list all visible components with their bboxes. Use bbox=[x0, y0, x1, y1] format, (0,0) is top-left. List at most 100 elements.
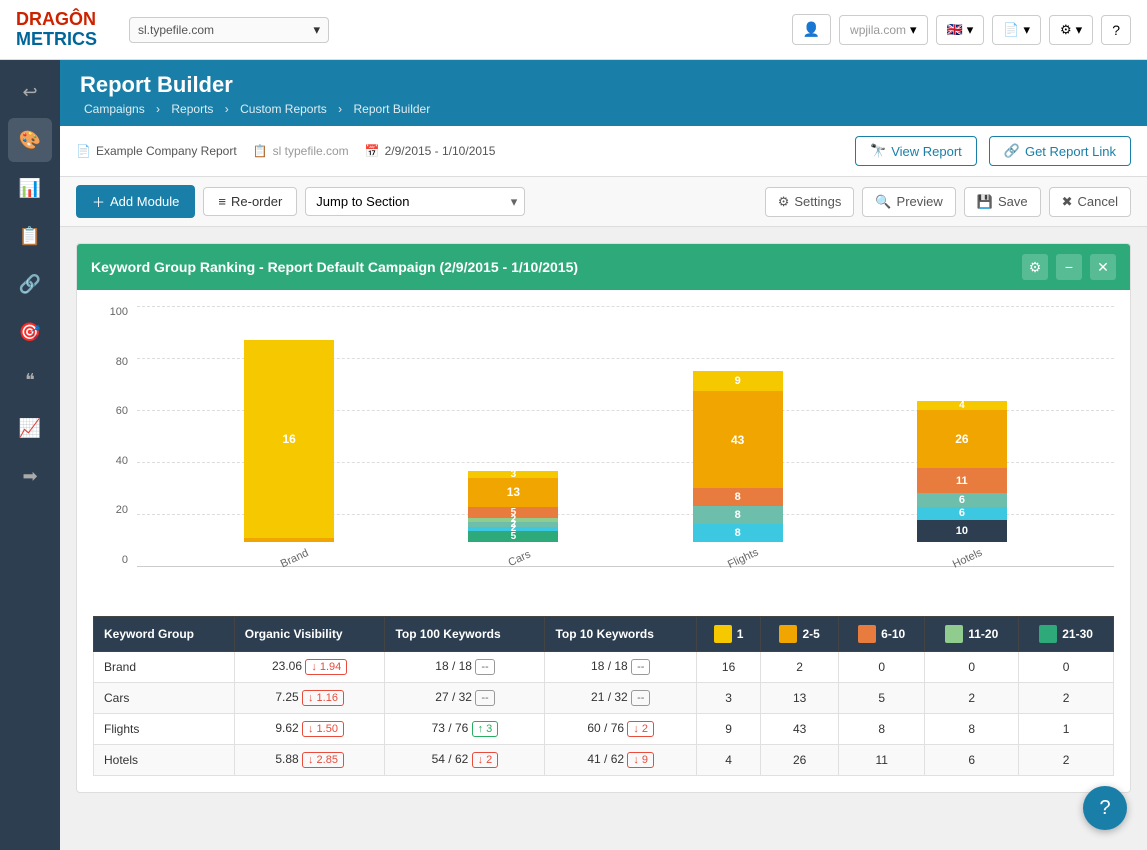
report-name-item: 📄 Example Company Report bbox=[76, 144, 237, 158]
bar-segment-hotels-orange: 26 bbox=[917, 410, 1007, 468]
main-layout: ↩ 🎨 📊 📋 🔗 🎯 ❝ 📈 ➡ Report Builder Campaig… bbox=[0, 60, 1147, 850]
bar-segment-hotels-dark: 10 bbox=[917, 520, 1007, 542]
sidebar-item-chart[interactable]: 📊 bbox=[8, 166, 52, 210]
cell-pos6-10-hotels: 11 bbox=[839, 745, 925, 776]
th-pos1: 1 bbox=[696, 617, 760, 652]
reorder-label: Re-order bbox=[231, 194, 282, 209]
breadcrumb: Campaigns › Reports › Custom Reports › R… bbox=[80, 102, 1127, 116]
cell-pos2-5-flights: 43 bbox=[761, 714, 839, 745]
y-label-0: 0 bbox=[122, 554, 128, 566]
view-report-label: View Report bbox=[891, 144, 962, 159]
campaign-search-input[interactable] bbox=[138, 23, 313, 37]
gear-icon: ⚙ bbox=[1060, 22, 1072, 38]
jump-to-section-select[interactable]: Jump to Section bbox=[305, 187, 525, 216]
top100-value-hotels: 54 / 62 bbox=[432, 752, 469, 766]
report-date: 2/9/2015 - 1/10/2015 bbox=[385, 144, 496, 158]
settings-gear-icon: ⚙ bbox=[778, 194, 790, 210]
bar-segment-flights-yellow: 9 bbox=[693, 371, 783, 391]
visibility-value-flights: 9.62 bbox=[275, 721, 298, 735]
module-settings-button[interactable]: ⚙ Settings bbox=[765, 187, 855, 217]
cell-top100-flights: 73 / 76 ↑ 3 bbox=[385, 714, 545, 745]
cell-pos21-30-flights: 1 bbox=[1019, 714, 1114, 745]
th-pos21-30-label: 21-30 bbox=[1062, 627, 1093, 641]
get-link-label: Get Report Link bbox=[1025, 144, 1116, 159]
cell-group-brand: Brand bbox=[94, 652, 235, 683]
language-selector[interactable]: 🇬🇧 ▾ bbox=[936, 15, 985, 45]
module-card: Keyword Group Ranking - Report Default C… bbox=[76, 243, 1131, 793]
sidebar-item-reports[interactable]: 📋 bbox=[8, 214, 52, 258]
badge-value: 1.94 bbox=[320, 661, 341, 673]
settings-chevron-icon: ▾ bbox=[1076, 22, 1083, 38]
settings-button[interactable]: ⚙ ▾ bbox=[1049, 15, 1093, 45]
sidebar-item-analytics[interactable]: 📈 bbox=[8, 406, 52, 450]
visibility-badge-cars: ↓ 1.16 bbox=[302, 690, 344, 706]
bar-group-flights: 8 8 8 43 9 Flights bbox=[683, 371, 793, 566]
dropdown-arrow-icon: ▾ bbox=[313, 22, 320, 38]
breadcrumb-report-builder: Report Builder bbox=[354, 102, 431, 116]
sidebar-item-quote[interactable]: ❝ bbox=[8, 358, 52, 402]
flag-icon: 🇬🇧 bbox=[947, 22, 963, 38]
top100-badge-flights: ↑ 3 bbox=[472, 721, 499, 737]
swatch-pos1 bbox=[714, 625, 732, 643]
cell-top10-brand: 18 / 18 -- bbox=[545, 652, 697, 683]
top10-value-brand: 18 / 18 bbox=[591, 659, 628, 673]
th-organic-visibility: Organic Visibility bbox=[234, 617, 385, 652]
top100-badge-cars: -- bbox=[475, 690, 494, 706]
cell-pos1-flights: 9 bbox=[696, 714, 760, 745]
visibility-badge-brand: ↓ 1.94 bbox=[305, 659, 347, 675]
add-module-button[interactable]: ＋ Add Module bbox=[76, 185, 195, 218]
down-arrow-icon: ↓ bbox=[308, 754, 314, 766]
lang-chevron-icon: ▾ bbox=[967, 22, 974, 38]
module-settings-icon-button[interactable]: ⚙ bbox=[1022, 254, 1048, 280]
left-sidebar: ↩ 🎨 📊 📋 🔗 🎯 ❝ 📈 ➡ bbox=[0, 60, 60, 850]
sidebar-item-back[interactable]: ↩ bbox=[8, 70, 52, 114]
account-dropdown[interactable]: wpjila.com ▾ bbox=[839, 15, 928, 45]
top10-value-flights: 60 / 76 bbox=[587, 721, 624, 735]
bar-segment-flights-orange: 43 bbox=[693, 391, 783, 488]
page-header: Report Builder Campaigns › Reports › Cus… bbox=[60, 60, 1147, 126]
sidebar-item-arrow[interactable]: ➡ bbox=[8, 454, 52, 498]
table-row: Cars 7.25 ↓ 1.16 27 / 32 bbox=[94, 683, 1114, 714]
nav-right-controls: 👤 wpjila.com ▾ 🇬🇧 ▾ 📄 ▾ ⚙ ▾ ? bbox=[792, 14, 1131, 45]
view-report-button[interactable]: 🔭 View Report bbox=[855, 136, 977, 166]
chat-bubble-button[interactable]: ? bbox=[1083, 786, 1127, 830]
down-arrow-icon: ↓ bbox=[633, 723, 639, 735]
badge-value: 9 bbox=[642, 754, 648, 766]
sidebar-item-links[interactable]: 🔗 bbox=[8, 262, 52, 306]
reorder-button[interactable]: ≡ Re-order bbox=[203, 187, 297, 216]
top10-value-hotels: 41 / 62 bbox=[587, 752, 624, 766]
save-button[interactable]: 💾 Save bbox=[964, 187, 1041, 217]
module-minimize-button[interactable]: − bbox=[1056, 254, 1082, 280]
chart-area: 0 20 40 60 80 100 bbox=[77, 290, 1130, 792]
sidebar-item-dashboard[interactable]: 🎨 bbox=[8, 118, 52, 162]
x-label-brand: Brand bbox=[276, 540, 311, 571]
action-row: ＋ Add Module ≡ Re-order Jump to Section … bbox=[60, 177, 1147, 227]
cell-visibility-cars: 7.25 ↓ 1.16 bbox=[234, 683, 385, 714]
bar-segment-flights-salmon: 8 bbox=[693, 488, 783, 506]
cell-pos11-20-flights: 8 bbox=[925, 714, 1019, 745]
cell-pos6-10-cars: 5 bbox=[839, 683, 925, 714]
get-report-link-button[interactable]: 🔗 Get Report Link bbox=[989, 136, 1131, 166]
user-button[interactable]: 👤 bbox=[792, 14, 831, 45]
chart-plot: 16 Brand 5 2 2 bbox=[137, 306, 1114, 566]
help-button[interactable]: ? bbox=[1101, 15, 1131, 45]
chevron-down-icon: ▾ bbox=[910, 22, 917, 38]
cancel-button[interactable]: ✖ Cancel bbox=[1049, 187, 1131, 217]
bar-stack-flights: 8 8 8 43 9 bbox=[693, 371, 783, 542]
th-pos1-label: 1 bbox=[737, 627, 744, 641]
bar-segment-hotels-teal: 6 bbox=[917, 493, 1007, 507]
visibility-value-hotels: 5.88 bbox=[275, 752, 298, 766]
document-icon: 📄 bbox=[1003, 22, 1019, 38]
report-user: sl typefile.com bbox=[273, 144, 349, 158]
cell-top100-brand: 18 / 18 -- bbox=[385, 652, 545, 683]
campaign-selector[interactable]: ▾ bbox=[129, 17, 329, 43]
cancel-label: Cancel bbox=[1078, 194, 1118, 209]
module-close-button[interactable]: ✕ bbox=[1090, 254, 1116, 280]
swatch-pos6-10 bbox=[858, 625, 876, 643]
preview-button[interactable]: 🔍 Preview bbox=[862, 187, 955, 217]
docs-button[interactable]: 📄 ▾ bbox=[992, 15, 1041, 45]
report-date-item: 📅 2/9/2015 - 1/10/2015 bbox=[365, 144, 496, 158]
sidebar-item-target[interactable]: 🎯 bbox=[8, 310, 52, 354]
cell-top10-cars: 21 / 32 -- bbox=[545, 683, 697, 714]
cell-top100-hotels: 54 / 62 ↓ 2 bbox=[385, 745, 545, 776]
